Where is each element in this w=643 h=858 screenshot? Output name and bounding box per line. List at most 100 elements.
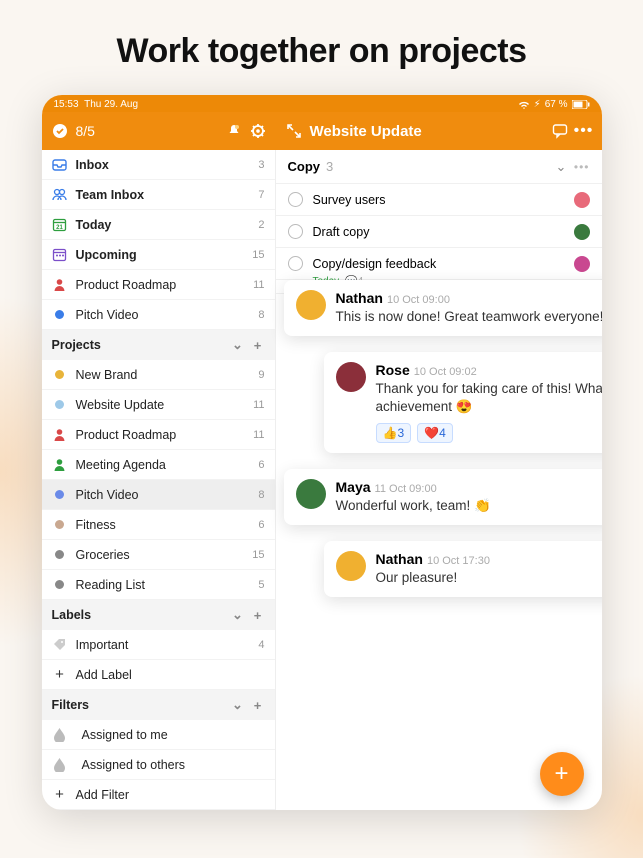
- add-project-icon[interactable]: +: [251, 338, 265, 353]
- comment-time: 10 Oct 09:02: [414, 366, 477, 378]
- device-frame: 15:53 Thu 29. Aug ⚡︎ 67 % 8/5: [42, 95, 602, 810]
- assignee-avatar: [574, 256, 590, 272]
- project-icon: [52, 487, 68, 503]
- more-icon[interactable]: •••: [574, 160, 590, 174]
- comment-text: Wonderful work, team! 👏: [336, 497, 602, 515]
- project-label: Fitness: [76, 518, 251, 532]
- team-inbox-icon: [52, 187, 68, 203]
- comments-overlay: Nathan10 Oct 09:00 This is now done! Gre…: [284, 280, 602, 613]
- add-label-icon[interactable]: +: [251, 608, 265, 623]
- nav-count: 7: [258, 189, 264, 201]
- battery-icon: [572, 100, 590, 109]
- dot-icon: [52, 307, 68, 323]
- project-icon: [52, 397, 68, 413]
- chevron-down-icon[interactable]: ⌄: [231, 607, 245, 623]
- label-item[interactable]: Important4: [42, 630, 275, 660]
- task-row[interactable]: Draft copy: [276, 216, 602, 248]
- project-icon: [52, 367, 68, 383]
- comment-avatar: [296, 479, 326, 509]
- chevron-down-icon[interactable]: ⌄: [231, 697, 245, 713]
- calendar-icon: 21: [52, 217, 68, 233]
- nav-item[interactable]: Team Inbox 7: [42, 180, 275, 210]
- status-bar: 15:53 Thu 29. Aug ⚡︎ 67 %: [42, 95, 602, 112]
- sidebar: Inbox3 Team Inbox 7 21Today2 Upcoming 15 Produ…: [42, 150, 276, 810]
- nav-label: Inbox: [76, 158, 251, 172]
- project-item[interactable]: Pitch Video8: [42, 480, 275, 510]
- more-icon[interactable]: •••: [576, 123, 592, 139]
- svg-text:21: 21: [56, 225, 63, 231]
- reaction[interactable]: 👍3: [376, 423, 412, 443]
- comment-author: Maya: [336, 479, 371, 495]
- nav-count: 15: [252, 249, 264, 261]
- comment-text: Thank you for taking care of this! What …: [376, 380, 602, 416]
- assignee-avatar: [574, 192, 590, 208]
- project-label: Pitch Video: [76, 488, 251, 502]
- projects-header[interactable]: Projects ⌄ +: [42, 330, 275, 360]
- tag-icon: [52, 637, 68, 653]
- task-row[interactable]: Survey users: [276, 184, 602, 216]
- comment-avatar: [296, 290, 326, 320]
- comment-avatar: [336, 362, 366, 392]
- nav-label: Team Inbox: [76, 188, 251, 202]
- label-text: Important: [76, 638, 251, 652]
- filter-label: Assigned to others: [76, 758, 265, 772]
- add-label-text: Add Label: [76, 668, 265, 682]
- chevron-down-icon[interactable]: ⌄: [231, 337, 245, 353]
- status-date: Thu 29. Aug: [84, 99, 138, 110]
- plus-icon: +: [52, 667, 68, 683]
- project-item[interactable]: Fitness6: [42, 510, 275, 540]
- project-item[interactable]: New Brand9: [42, 360, 275, 390]
- page-headline: Work together on projects: [0, 0, 643, 95]
- person-icon: [52, 277, 68, 293]
- chevron-down-icon[interactable]: ⌄: [554, 159, 568, 175]
- task-title: Survey users: [313, 193, 564, 207]
- filter-item[interactable]: Assigned to me: [42, 720, 275, 750]
- gear-icon[interactable]: [250, 123, 266, 139]
- main-panel: Copy 3 ⌄ ••• Survey usersDraft copyCopy/…: [276, 150, 602, 810]
- add-task-fab[interactable]: +: [540, 752, 584, 796]
- comment-time: 11 Oct 09:00: [375, 483, 437, 495]
- nav-item[interactable]: Product Roadmap11: [42, 270, 275, 300]
- filters-title: Filters: [52, 698, 225, 712]
- add-filter-icon[interactable]: +: [251, 698, 265, 713]
- nav-label: Pitch Video: [76, 308, 251, 322]
- nav-item[interactable]: 21Today2: [42, 210, 275, 240]
- status-time: 15:53: [54, 99, 79, 110]
- bell-icon[interactable]: [226, 123, 242, 139]
- project-item[interactable]: Website Update11: [42, 390, 275, 420]
- comment-author: Rose: [376, 362, 410, 378]
- section-name: Copy: [288, 159, 321, 174]
- comment-icon[interactable]: [552, 123, 568, 139]
- comment-bubble: Maya 11 Oct 09:00 Wonderful work, team! 👏: [284, 469, 602, 525]
- reaction[interactable]: ❤️4: [417, 423, 453, 443]
- nav-item[interactable]: Upcoming 15: [42, 240, 275, 270]
- upcoming-icon: [52, 247, 68, 263]
- task-checkbox[interactable]: [288, 192, 303, 207]
- task-checkbox[interactable]: [288, 224, 303, 239]
- add-filter-row[interactable]: +Add Filter: [42, 780, 275, 810]
- task-section-header[interactable]: Copy 3 ⌄ •••: [276, 150, 602, 184]
- project-item[interactable]: Meeting Agenda6: [42, 450, 275, 480]
- comment-time: 10 Oct 09:00: [387, 294, 450, 306]
- drop-icon: [52, 727, 68, 743]
- nav-item[interactable]: Inbox3: [42, 150, 275, 180]
- project-label: Groceries: [76, 548, 245, 562]
- project-item[interactable]: Reading List5: [42, 570, 275, 600]
- project-label: Product Roadmap: [76, 428, 246, 442]
- plus-icon: +: [52, 787, 68, 803]
- filter-item[interactable]: Assigned to others: [42, 750, 275, 780]
- check-badge-icon[interactable]: [52, 123, 68, 139]
- nav-item[interactable]: Pitch Video 8: [42, 300, 275, 330]
- nav-count: 8: [258, 309, 264, 321]
- project-item[interactable]: Product Roadmap11: [42, 420, 275, 450]
- project-icon: [52, 547, 68, 563]
- labels-header[interactable]: Labels ⌄ +: [42, 600, 275, 630]
- filters-header[interactable]: Filters ⌄ +: [42, 690, 275, 720]
- add-label-row[interactable]: + Add Label: [42, 660, 275, 690]
- task-checkbox[interactable]: [288, 256, 303, 271]
- comment-text: Our pleasure!: [376, 569, 602, 587]
- nav-label: Upcoming: [76, 248, 245, 262]
- project-item[interactable]: Groceries15: [42, 540, 275, 570]
- expand-icon[interactable]: [286, 123, 302, 139]
- inbox-icon: [52, 157, 68, 173]
